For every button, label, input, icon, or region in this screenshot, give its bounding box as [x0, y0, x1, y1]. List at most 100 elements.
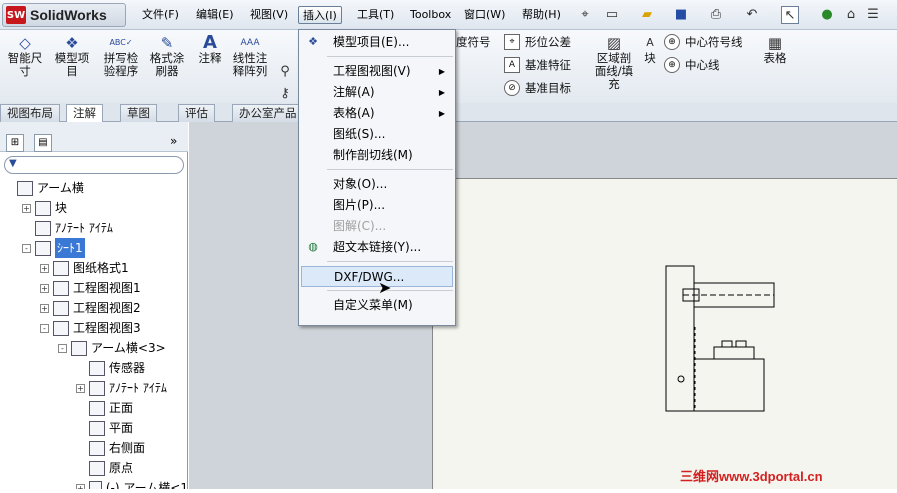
datum-feature-button[interactable]: A 基准特征 — [504, 55, 571, 75]
tree-item[interactable]: - アーム横<3> — [4, 338, 188, 358]
tree-node-icon — [53, 260, 69, 276]
insert-menu-item[interactable]: 对象(O)... — [301, 174, 453, 195]
tab-evaluate[interactable]: 评估 — [178, 104, 215, 122]
tree-item-label: 原点 — [109, 461, 134, 475]
drawing-sheet[interactable] — [432, 178, 897, 489]
tree-node-icon — [89, 420, 105, 436]
insert-menu-item[interactable]: 表格(A) ▶ — [301, 103, 453, 124]
insert-menu-item[interactable]: 注解(A) ▶ — [301, 82, 453, 103]
surface-finish-button[interactable]: 度符号 — [456, 32, 491, 52]
menu-tools[interactable]: 工具(T) — [353, 6, 398, 24]
new-document-icon[interactable]: ▭ — [603, 6, 621, 24]
balloon-icon[interactable]: ⚲ — [276, 63, 294, 81]
tree-item[interactable]: 右侧面 — [4, 438, 188, 458]
table-button[interactable]: ▦ 表格 — [760, 34, 790, 65]
file-properties-icon[interactable]: ⌂ — [842, 6, 860, 24]
tree-filter-input[interactable]: ▼ — [4, 156, 184, 174]
menu-window[interactable]: 窗口(W) — [460, 6, 509, 24]
tree-item-label: (-) アーム横<1 — [105, 481, 188, 489]
tree-item[interactable]: - ｼｰﾄ1 — [4, 238, 188, 258]
tree-item-label: 正面 — [109, 401, 134, 415]
insert-menu-item[interactable]: 自定义菜单(M) — [301, 295, 453, 316]
menu-view[interactable]: 视图(V) — [246, 6, 292, 24]
center-mark-icon: ⊕ — [664, 34, 680, 50]
expand-toggle-icon[interactable]: - — [40, 323, 49, 333]
note-button[interactable]: A 注释 — [194, 34, 226, 65]
tree-node-icon — [35, 220, 51, 236]
tree-item[interactable]: + 图纸格式1 — [4, 258, 188, 278]
expand-panel-icon[interactable]: » — [170, 134, 177, 148]
tab-office-products[interactable]: 办公室产品 — [232, 104, 304, 122]
expand-toggle-icon[interactable]: + — [40, 263, 49, 273]
expand-toggle-icon[interactable]: + — [40, 283, 49, 293]
solidworks-logo[interactable]: SW SolidWorks — [2, 3, 126, 27]
menu-insert[interactable]: 插入(I) — [298, 6, 342, 24]
undo-icon[interactable]: ↶ — [743, 6, 761, 24]
tree-item-label: 工程图视图3 — [73, 321, 141, 335]
tree-item[interactable]: 传感器 — [4, 358, 188, 378]
menu-toolbox[interactable]: Toolbox — [406, 6, 455, 24]
options-icon[interactable]: ☰ — [864, 6, 882, 24]
tree-item[interactable]: + ｱﾉﾃｰﾄ ｱｲﾃﾑ — [4, 378, 188, 398]
tree-item[interactable]: + (-) アーム横<1 — [4, 478, 188, 489]
open-folder-icon[interactable]: ▰ — [638, 6, 656, 24]
tree-item[interactable]: 正面 — [4, 398, 188, 418]
insert-menu-item: 图解(C)... — [301, 216, 453, 237]
tree-item[interactable]: + 工程图视图1 — [4, 278, 188, 298]
tab-view-layout[interactable]: 视图布局 — [0, 104, 60, 122]
centerline-button[interactable]: ⊕ 中心线 — [664, 55, 720, 75]
insert-menu-item[interactable]: ◍ 超文本链接(Y)... — [301, 237, 453, 258]
insert-menu-item[interactable]: 制作剖切线(M) — [301, 145, 453, 166]
tree-item[interactable]: + 块 — [4, 198, 188, 218]
select-pointer-icon[interactable]: ↖ — [781, 6, 799, 24]
auto-balloon-icon[interactable]: ⚷ — [276, 85, 294, 103]
menu-edit[interactable]: 编辑(E) — [192, 6, 238, 24]
save-icon[interactable]: ■ — [672, 6, 690, 24]
insert-menu-item[interactable]: 工程图视图(V) ▶ — [301, 61, 453, 82]
model-items-button[interactable]: ❖ 模型项 目 — [50, 34, 94, 78]
expand-toggle-icon[interactable]: + — [40, 303, 49, 313]
insert-menu-item[interactable]: ❖ 模型项目(E)... — [301, 32, 453, 53]
tree-item[interactable]: 原点 — [4, 458, 188, 478]
tab-sketch[interactable]: 草图 — [120, 104, 157, 122]
menu-separator — [327, 261, 453, 262]
pin-icon[interactable]: ⌖ — [576, 6, 594, 24]
tree-item[interactable]: + 工程图视图2 — [4, 298, 188, 318]
datum-target-button[interactable]: ⊘ 基准目标 — [504, 78, 571, 98]
linear-note-pattern-button[interactable]: AAA 线性注 释阵列 — [230, 34, 270, 78]
model-items-icon: ❖ — [65, 34, 79, 52]
panel-tabs: ⊞ ▤ » — [0, 122, 188, 152]
rebuild-traffic-light-icon[interactable]: ● — [818, 6, 836, 24]
feature-manager-panel: ⊞ ▤ » ▼ アーム横 + 块ｱﾉﾃｰﾄ ｱｲﾃﾑ - ｼｰﾄ1 + 图纸格式1 + 工程图视… — [0, 122, 188, 489]
expand-toggle-icon[interactable]: + — [22, 203, 31, 213]
block-button[interactable]: A 块 — [640, 34, 660, 65]
menu-help[interactable]: 帮助(H) — [518, 6, 565, 24]
expand-toggle-icon[interactable]: - — [22, 243, 31, 253]
insert-menu-item[interactable]: DXF/DWG... — [301, 266, 453, 287]
expand-toggle-icon[interactable]: - — [58, 343, 67, 353]
format-painter-button[interactable]: ✎ 格式涂 刷器 — [146, 34, 188, 78]
feature-tree-tab-icon[interactable]: ⊞ — [6, 134, 24, 152]
smart-dimension-button[interactable]: ◇ 智能尺 寸 — [4, 34, 46, 78]
insert-menu-item[interactable]: 图纸(S)... — [301, 124, 453, 145]
drawing-view[interactable] — [433, 179, 897, 490]
insert-menu-item[interactable]: 图片(P)... — [301, 195, 453, 216]
tree-node-icon — [71, 340, 87, 356]
property-manager-tab-icon[interactable]: ▤ — [34, 134, 52, 152]
tree-item[interactable]: ｱﾉﾃｰﾄ ｱｲﾃﾑ — [4, 218, 188, 238]
menu-file[interactable]: 文件(F) — [138, 6, 183, 24]
print-icon[interactable]: ⎙ — [707, 6, 725, 24]
tree-item[interactable]: 平面 — [4, 418, 188, 438]
tree-item-label: アーム横<3> — [91, 341, 166, 355]
center-mark-button[interactable]: ⊕ 中心符号线 — [664, 32, 743, 52]
tree-item[interactable]: - 工程图视图3 — [4, 318, 188, 338]
app-name: SolidWorks — [30, 7, 107, 23]
area-hatch-button[interactable]: ▨ 区域剖 面线/填 充 — [592, 34, 636, 91]
tab-annotation[interactable]: 注解 — [66, 104, 103, 123]
expand-toggle-icon[interactable]: + — [76, 483, 85, 489]
tree-item[interactable]: アーム横 — [4, 178, 188, 198]
geometric-tolerance-button[interactable]: ⌖ 形位公差 — [504, 32, 571, 52]
insert-menu-item-label: 表格(A) — [333, 106, 375, 120]
expand-toggle-icon[interactable]: + — [76, 383, 85, 393]
spell-checker-button[interactable]: ABC✓ 拼写检 验程序 — [100, 34, 142, 78]
